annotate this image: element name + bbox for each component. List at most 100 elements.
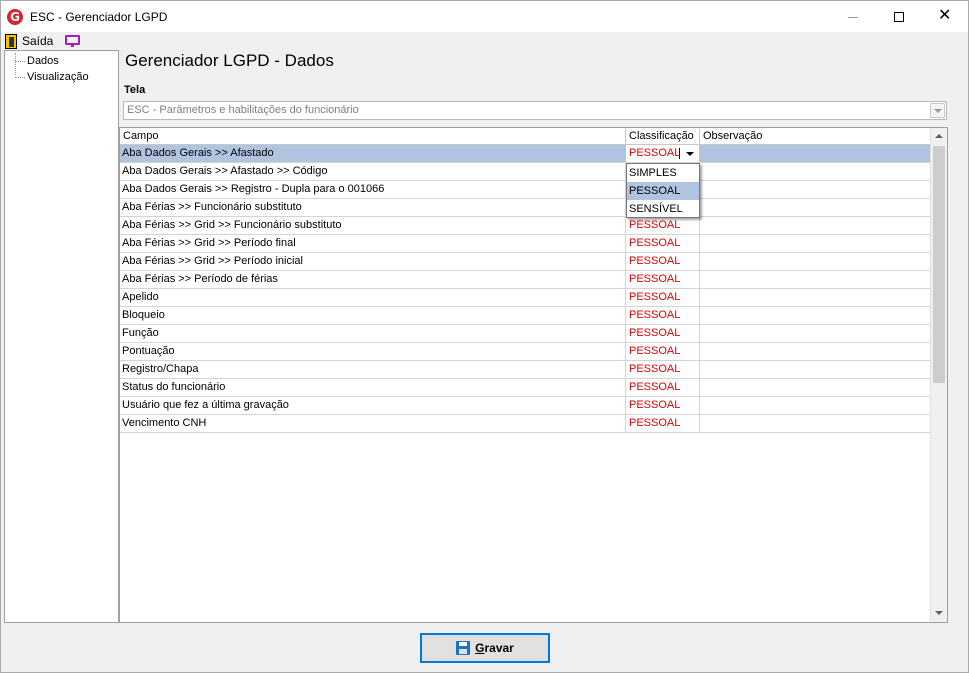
scroll-up-icon[interactable]	[931, 128, 947, 145]
cell-campo: Aba Férias >> Funcionário substituto	[120, 199, 626, 216]
cell-campo: Aba Dados Gerais >> Afastado >> Código	[120, 163, 626, 180]
cell-observacao[interactable]	[700, 163, 947, 180]
cell-campo: Aba Férias >> Período de férias	[120, 271, 626, 288]
dropdown-option-simples[interactable]: SIMPLES	[627, 164, 699, 182]
scrollbar-thumb[interactable]	[933, 146, 945, 383]
scroll-down-icon[interactable]	[931, 605, 947, 622]
classificacao-value: PESSOAL	[629, 363, 681, 375]
content-area: Dados Visualização Gerenciador LGPD - Da…	[4, 50, 967, 623]
cell-classificacao[interactable]: PESSOAL	[626, 289, 700, 306]
dropdown-option-pessoal[interactable]: PESSOAL	[627, 182, 699, 200]
cell-classificacao[interactable]: PESSOAL	[626, 379, 700, 396]
table-row[interactable]: Registro/Chapa PESSOAL	[120, 361, 947, 379]
cell-classificacao[interactable]: PESSOAL	[626, 253, 700, 270]
classificacao-value: PESSOAL	[629, 147, 681, 159]
tree-item-label: Visualização	[27, 71, 89, 83]
save-button-label-rest: ravar	[484, 641, 514, 655]
exit-door-icon[interactable]	[5, 33, 17, 49]
column-header-campo[interactable]: Campo	[120, 128, 626, 145]
table-row[interactable]: Vencimento CNH PESSOAL	[120, 415, 947, 433]
cell-campo: Status do funcionário	[120, 379, 626, 396]
classificacao-value: PESSOAL	[629, 417, 681, 429]
classificacao-value: PESSOAL	[629, 219, 681, 231]
classificacao-value: PESSOAL	[629, 273, 681, 285]
table-row[interactable]: Aba Férias >> Grid >> Período inicial PES…	[120, 253, 947, 271]
minimize-button[interactable]	[830, 1, 876, 32]
cell-campo: Função	[120, 325, 626, 342]
cell-classificacao[interactable]: PESSOAL	[626, 325, 700, 342]
classificacao-value: PESSOAL	[629, 327, 681, 339]
vertical-scrollbar[interactable]	[930, 128, 947, 622]
table-row[interactable]: Apelido PESSOAL	[120, 289, 947, 307]
tree-branch	[15, 77, 25, 78]
classificacao-value: PESSOAL	[629, 237, 681, 249]
cell-observacao[interactable]	[700, 199, 947, 216]
cell-campo: Vencimento CNH	[120, 415, 626, 432]
cell-classificacao[interactable]: PESSOAL	[626, 271, 700, 288]
table-row[interactable]: Aba Férias >> Funcionário substituto	[120, 199, 947, 217]
cell-observacao[interactable]	[700, 325, 947, 342]
table-row[interactable]: Aba Férias >> Grid >> Período final PESSO…	[120, 235, 947, 253]
cell-observacao[interactable]	[700, 415, 947, 432]
cell-campo: Aba Dados Gerais >> Afastado	[120, 145, 626, 162]
table-row[interactable]: Aba Dados Gerais >> Afastado >> Código	[120, 163, 947, 181]
table-row[interactable]: Aba Dados Gerais >> Afastado PESSOAL	[120, 145, 947, 163]
table-row[interactable]: Aba Férias >> Grid >> Funcionário substi…	[120, 217, 947, 235]
cell-observacao[interactable]	[700, 145, 947, 162]
table-row[interactable]: Função PESSOAL	[120, 325, 947, 343]
cell-classificacao[interactable]: PESSOAL	[626, 415, 700, 432]
cell-classificacao[interactable]: PESSOAL	[626, 235, 700, 252]
column-header-observacao[interactable]: Observação	[700, 128, 947, 145]
cell-classificacao[interactable]: PESSOAL	[626, 343, 700, 360]
cell-campo: Pontuação	[120, 343, 626, 360]
cell-observacao[interactable]	[700, 253, 947, 270]
page-title: Gerenciador LGPD - Dados	[125, 51, 334, 70]
tree-connector-line	[15, 53, 27, 75]
close-button[interactable]: ✕	[922, 1, 968, 32]
app-logo-icon: G	[7, 8, 23, 25]
cell-observacao[interactable]	[700, 235, 947, 252]
window-controls: ✕	[830, 1, 968, 32]
window-title: ESC - Gerenciador LGPD	[30, 9, 168, 24]
cell-classificacao[interactable]: PESSOAL	[626, 145, 700, 162]
table-row[interactable]: Usuário que fez a última gravação PESSOAL	[120, 397, 947, 415]
table-row[interactable]: Aba Dados Gerais >> Registro - Dupla par…	[120, 181, 947, 199]
cell-observacao[interactable]	[700, 307, 947, 324]
toolbar: Saída	[1, 32, 968, 50]
cell-observacao[interactable]	[700, 217, 947, 234]
cell-campo: Apelido	[120, 289, 626, 306]
cell-classificacao[interactable]: PESSOAL	[626, 217, 700, 234]
cell-campo: Aba Férias >> Grid >> Período inicial	[120, 253, 626, 270]
table-row[interactable]: Status do funcionário PESSOAL	[120, 379, 947, 397]
column-header-classificacao[interactable]: Classificação	[626, 128, 700, 145]
table-row[interactable]: Bloqueio PESSOAL	[120, 307, 947, 325]
app-window: G ESC - Gerenciador LGPD ✕ Saída Dados V…	[0, 0, 969, 673]
cell-classificacao[interactable]: PESSOAL	[626, 397, 700, 414]
monitor-icon[interactable]	[65, 35, 81, 47]
save-button-label: Gravar	[475, 641, 514, 655]
cell-observacao[interactable]	[700, 343, 947, 360]
maximize-button[interactable]	[876, 1, 922, 32]
dropdown-option-sensivel[interactable]: SENSÍVEL	[627, 200, 699, 218]
table-row[interactable]: Pontuação PESSOAL	[120, 343, 947, 361]
tela-select[interactable]: ESC - Parâmetros e habilitações do funci…	[123, 101, 947, 120]
cell-observacao[interactable]	[700, 397, 947, 414]
maximize-icon	[894, 12, 904, 22]
chevron-down-icon[interactable]	[680, 145, 699, 162]
classificacao-value: PESSOAL	[629, 291, 681, 303]
cell-observacao[interactable]	[700, 181, 947, 198]
cell-observacao[interactable]	[700, 361, 947, 378]
cell-observacao[interactable]	[700, 271, 947, 288]
fields-grid: Campo Classificação Observação Aba Dados…	[119, 127, 948, 623]
cell-campo: Aba Dados Gerais >> Registro - Dupla par…	[120, 181, 626, 198]
cell-observacao[interactable]	[700, 379, 947, 396]
cell-classificacao[interactable]: PESSOAL	[626, 307, 700, 324]
cell-campo: Registro/Chapa	[120, 361, 626, 378]
navigation-tree: Dados Visualização	[4, 50, 119, 623]
cell-classificacao[interactable]: PESSOAL	[626, 361, 700, 378]
chevron-down-icon[interactable]	[930, 103, 945, 118]
exit-menu-item[interactable]: Saída	[22, 34, 53, 48]
cell-observacao[interactable]	[700, 289, 947, 306]
save-button[interactable]: Gravar	[420, 633, 550, 663]
table-row[interactable]: Aba Férias >> Período de férias PESSOAL	[120, 271, 947, 289]
